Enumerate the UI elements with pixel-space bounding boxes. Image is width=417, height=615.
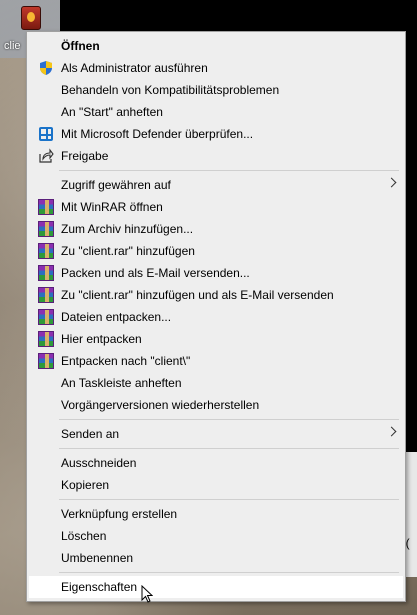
menu-item-extract-here[interactable]: Hier entpacken — [29, 328, 403, 350]
menu-item-send-to[interactable]: Senden an — [29, 423, 403, 445]
menu-item-compatibility[interactable]: Behandeln von Kompatibilitätsproblemen — [29, 79, 403, 101]
menu-item-properties[interactable]: Eigenschaften — [29, 576, 403, 598]
menu-item-add-client-rar[interactable]: Zu "client.rar" hinzufügen — [29, 240, 403, 262]
menu-item-label: Als Administrator ausführen — [61, 61, 208, 75]
menu-item-label: Behandeln von Kompatibilitätsproblemen — [61, 83, 280, 97]
menu-item-label: Löschen — [61, 529, 107, 543]
menu-item-defender-scan[interactable]: Mit Microsoft Defender überprüfen... — [29, 123, 403, 145]
winrar-icon — [38, 353, 54, 369]
menu-item-label: Packen und als E-Mail versenden... — [61, 266, 250, 280]
menu-item-label: Zu "client.rar" hinzufügen und als E-Mai… — [61, 288, 334, 302]
winrar-icon — [38, 221, 54, 237]
menu-item-label: Mit Microsoft Defender überprüfen... — [61, 127, 254, 141]
menu-item-label: Kopieren — [61, 478, 110, 492]
winrar-icon — [38, 265, 54, 281]
menu-item-label: Zu "client.rar" hinzufügen — [61, 244, 195, 258]
menu-item-create-shortcut[interactable]: Verknüpfung erstellen — [29, 503, 403, 525]
menu-separator — [59, 572, 399, 573]
menu-item-extract-files[interactable]: Dateien entpacken... — [29, 306, 403, 328]
defender-icon — [39, 127, 53, 141]
menu-item-label: Dateien entpacken... — [61, 310, 172, 324]
menu-item-pin-start[interactable]: An "Start" anheften — [29, 101, 403, 123]
menu-item-give-access[interactable]: Zugriff gewähren auf — [29, 174, 403, 196]
menu-item-label: Verknüpfung erstellen — [61, 507, 178, 521]
winrar-icon — [38, 331, 54, 347]
menu-item-label: Ausschneiden — [61, 456, 137, 470]
menu-item-label: An Taskleiste anheften — [61, 376, 182, 390]
menu-separator — [59, 499, 399, 500]
menu-item-add-client-rar-email[interactable]: Zu "client.rar" hinzufügen und als E-Mai… — [29, 284, 403, 306]
uac-shield-icon — [40, 61, 52, 75]
menu-item-add-archive[interactable]: Zum Archiv hinzufügen... — [29, 218, 403, 240]
menu-item-share[interactable]: Freigabe — [29, 145, 403, 167]
mouse-cursor-icon — [141, 585, 153, 603]
winrar-icon — [38, 199, 54, 215]
share-icon — [39, 148, 54, 163]
chevron-right-icon — [386, 177, 397, 188]
menu-item-label: Umbenennen — [61, 551, 134, 565]
menu-item-label: Öffnen — [61, 39, 100, 53]
context-menu: Öffnen Als Administrator ausführen Behan… — [26, 31, 406, 602]
menu-item-label: Zugriff gewähren auf — [61, 178, 171, 192]
menu-item-label: Hier entpacken — [61, 332, 142, 346]
menu-separator — [59, 170, 399, 171]
menu-item-pin-taskbar[interactable]: An Taskleiste anheften — [29, 372, 403, 394]
menu-item-label: Freigabe — [61, 149, 109, 163]
menu-item-delete[interactable]: Löschen — [29, 525, 403, 547]
menu-item-winrar-open[interactable]: Mit WinRAR öffnen — [29, 196, 403, 218]
chevron-right-icon — [386, 426, 397, 437]
menu-item-label: Entpacken nach "client\" — [61, 354, 191, 368]
menu-item-open[interactable]: Öffnen — [29, 35, 403, 57]
menu-item-extract-to-client[interactable]: Entpacken nach "client\" — [29, 350, 403, 372]
menu-item-pack-email[interactable]: Packen und als E-Mail versenden... — [29, 262, 403, 284]
winrar-icon — [38, 287, 54, 303]
menu-item-previous-versions[interactable]: Vorgängerversionen wiederherstellen — [29, 394, 403, 416]
menu-separator — [59, 448, 399, 449]
window-edge-top — [60, 0, 417, 32]
menu-item-label: Eigenschaften — [61, 580, 138, 594]
menu-item-label: Mit WinRAR öffnen — [61, 200, 163, 214]
menu-item-run-as-admin[interactable]: Als Administrator ausführen — [29, 57, 403, 79]
menu-item-cut[interactable]: Ausschneiden — [29, 452, 403, 474]
winrar-icon — [38, 309, 54, 325]
winrar-icon — [38, 243, 54, 259]
menu-separator — [59, 419, 399, 420]
application-icon — [21, 6, 41, 30]
menu-item-label: Zum Archiv hinzufügen... — [61, 222, 194, 236]
menu-item-label: Vorgängerversionen wiederherstellen — [61, 398, 260, 412]
menu-item-label: Senden an — [61, 427, 120, 441]
menu-item-rename[interactable]: Umbenennen — [29, 547, 403, 569]
menu-item-copy[interactable]: Kopieren — [29, 474, 403, 496]
desktop-file-label: clie — [4, 40, 21, 52]
menu-item-label: An "Start" anheften — [61, 105, 163, 119]
